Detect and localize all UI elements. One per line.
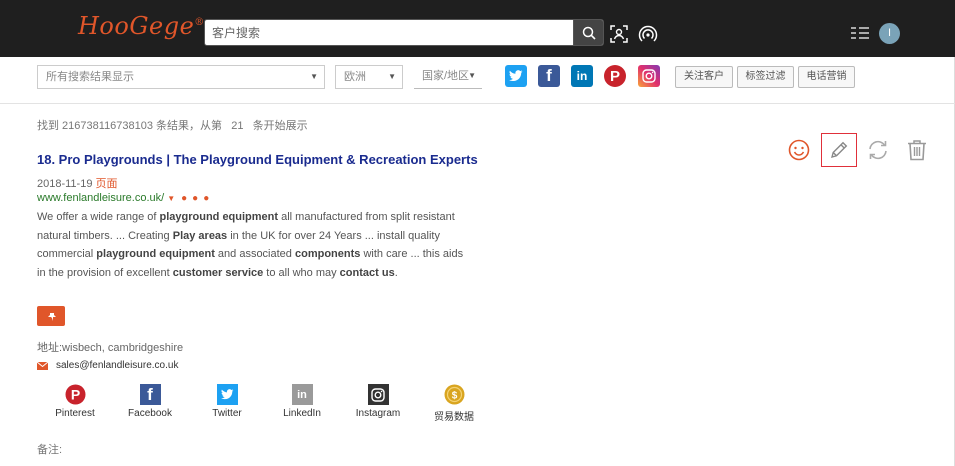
snippet-keyword: components bbox=[294, 248, 361, 260]
face-scan-icon[interactable] bbox=[609, 24, 629, 44]
snippet-text: and associated bbox=[214, 248, 295, 260]
instagram-icon[interactable] bbox=[638, 65, 660, 87]
result-date: 2018-11-19 页面 bbox=[37, 178, 118, 190]
more-dots-icon[interactable]: ●●● bbox=[181, 193, 214, 204]
twitter-icon bbox=[216, 384, 238, 405]
country-select[interactable]: 国家/地区 ▼ bbox=[414, 65, 482, 89]
logo[interactable]: HooGege® bbox=[78, 12, 205, 40]
display-select[interactable]: 所有搜索结果显示 ▼ bbox=[37, 65, 325, 89]
snippet-keyword: customer service bbox=[172, 266, 264, 279]
search-box bbox=[204, 19, 604, 46]
search-input[interactable] bbox=[205, 20, 575, 45]
linkedin-icon: in bbox=[291, 384, 313, 405]
chevron-down-icon: ▼ bbox=[468, 71, 476, 80]
result-count: 找到 216738116738103 条结果，从第 21 条开始展示 bbox=[37, 120, 308, 132]
chevron-down-icon: ▼ bbox=[388, 72, 396, 81]
svg-text:$: $ bbox=[451, 391, 457, 402]
snippet-text: to all who may bbox=[263, 266, 340, 279]
linkedin-icon[interactable]: in bbox=[571, 65, 593, 87]
note-label: 备注: bbox=[37, 444, 63, 456]
snippet-keyword: playground equipment bbox=[96, 248, 215, 260]
social-trade-data[interactable]: $ 贸易数据 bbox=[424, 384, 484, 423]
address-text: 地址:wisbech, cambridgeshire bbox=[37, 342, 184, 354]
follow-customer-button[interactable]: 关注客户 bbox=[675, 66, 733, 88]
menu-icon[interactable] bbox=[851, 26, 869, 40]
coin-icon: $ bbox=[444, 384, 465, 405]
result-snippet: We offer a wide range of playground equi… bbox=[37, 208, 467, 282]
edit-button[interactable] bbox=[821, 133, 857, 167]
chevron-down-icon: ▼ bbox=[310, 72, 318, 81]
facebook-icon: f bbox=[139, 384, 161, 405]
social-instagram[interactable]: Instagram bbox=[348, 384, 408, 419]
app-frame: HooGege® I 所有搜索结果显示▼ 欧洲▼ 国家/地区▼ bbox=[0, 0, 955, 466]
snapshot-link[interactable]: 页面 bbox=[95, 178, 117, 190]
broadcast-icon[interactable] bbox=[638, 24, 658, 44]
twitter-icon[interactable] bbox=[505, 65, 527, 87]
social-twitter[interactable]: Twitter bbox=[197, 384, 257, 419]
result-url[interactable]: www.fenlandleisure.co.uk/▼ ●●● bbox=[37, 192, 214, 204]
triangle-down-icon[interactable]: ▼ bbox=[167, 194, 175, 203]
envelope-icon bbox=[37, 361, 48, 370]
region-select[interactable]: 欧洲 ▼ bbox=[335, 65, 403, 89]
top-bar: HooGege® I bbox=[0, 0, 955, 57]
tag-filter-button[interactable]: 标签过滤 bbox=[737, 66, 794, 88]
pin-button[interactable] bbox=[37, 306, 65, 326]
snippet-keyword: playground equipment bbox=[159, 211, 279, 223]
filter-bar: 所有搜索结果显示 ▼ 欧洲 ▼ 国家/地区 ▼ f in P 关注客户 标签过滤 电话… bbox=[0, 57, 955, 104]
email-row: sales@fenlandleisure.co.uk bbox=[37, 360, 178, 371]
snippet-keyword: Play areas bbox=[172, 229, 228, 242]
snippet-text: . bbox=[394, 266, 398, 279]
search-button[interactable] bbox=[573, 20, 603, 45]
snippet-text: We offer a wide range of bbox=[37, 211, 160, 223]
instagram-icon bbox=[367, 384, 389, 405]
facebook-icon[interactable]: f bbox=[538, 65, 560, 87]
avatar[interactable]: I bbox=[879, 23, 900, 44]
snippet-keyword: contact us bbox=[339, 266, 395, 279]
pinterest-icon: P bbox=[65, 384, 86, 405]
pencil-icon bbox=[831, 141, 848, 158]
email-link[interactable]: sales@fenlandleisure.co.uk bbox=[56, 360, 178, 371]
social-facebook[interactable]: f Facebook bbox=[120, 384, 180, 419]
pinterest-icon[interactable]: P bbox=[604, 65, 626, 87]
trash-icon[interactable] bbox=[899, 133, 935, 167]
social-linkedin[interactable]: in LinkedIn bbox=[272, 384, 332, 419]
svg-text:P: P bbox=[70, 387, 79, 403]
result-title-link[interactable]: 18. Pro Playgrounds | The Playground Equ… bbox=[37, 152, 478, 167]
social-pinterest[interactable]: P Pinterest bbox=[45, 384, 105, 419]
smile-icon[interactable] bbox=[781, 133, 817, 167]
pushpin-icon bbox=[47, 312, 56, 321]
refresh-icon[interactable] bbox=[860, 133, 896, 167]
search-icon bbox=[582, 26, 596, 40]
telemarketing-button[interactable]: 电话营销 bbox=[798, 66, 855, 88]
